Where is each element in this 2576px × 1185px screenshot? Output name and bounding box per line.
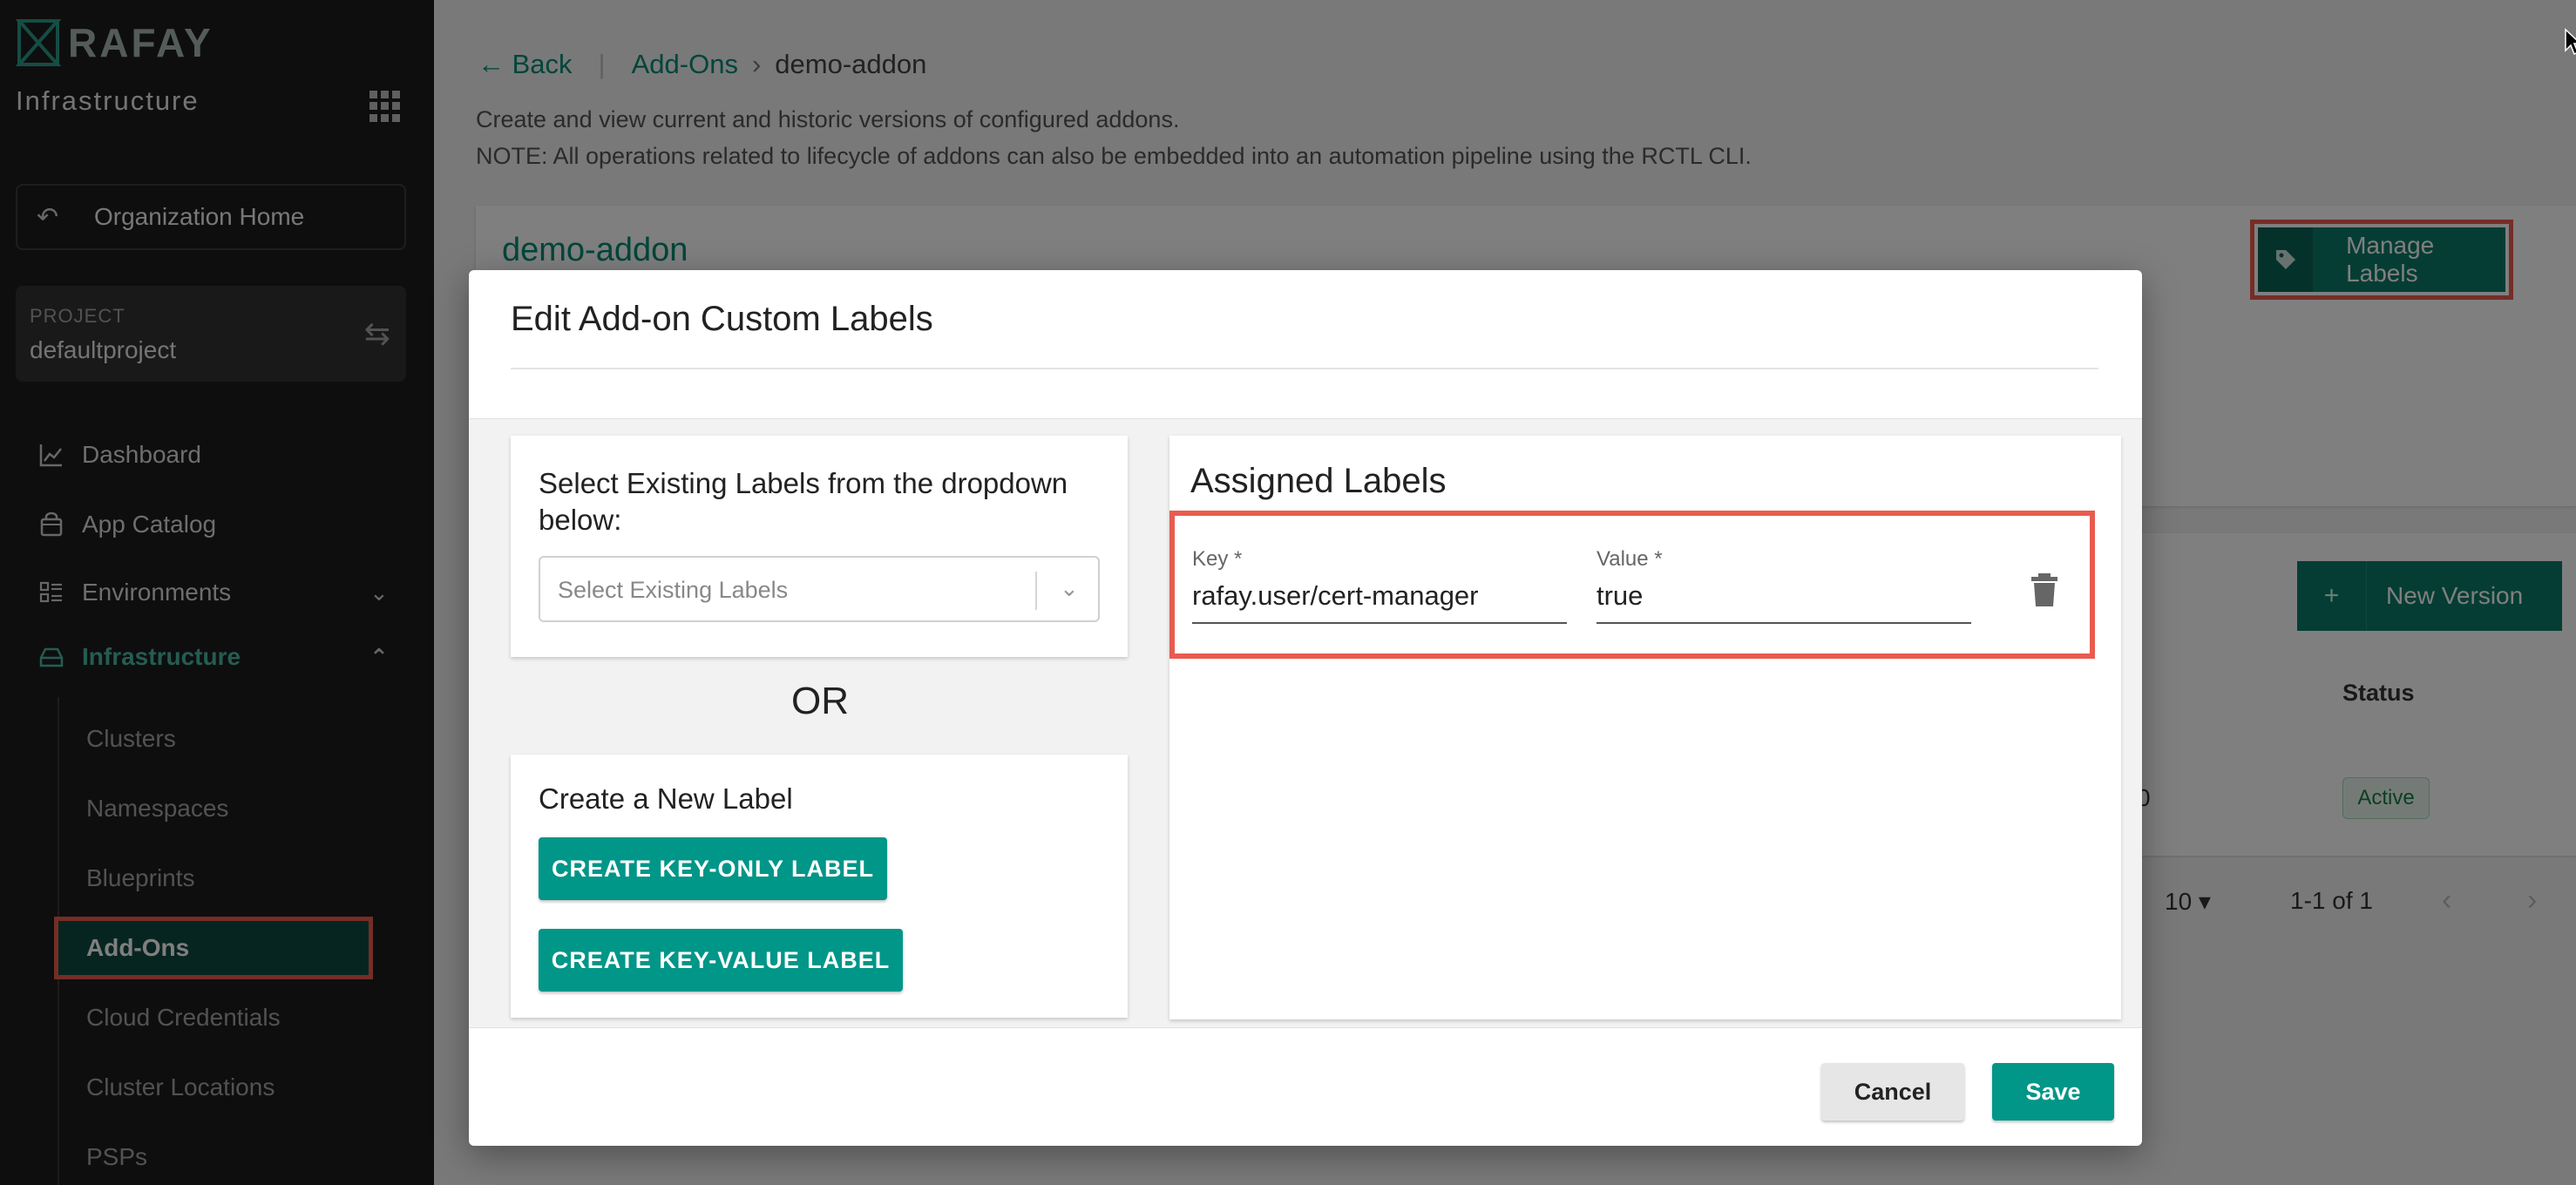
create-key-only-label-button[interactable]: CREATE KEY-ONLY LABEL [539, 837, 887, 900]
modal-title: Edit Add-on Custom Labels [511, 300, 933, 338]
select-existing-labels-dropdown[interactable]: Select Existing Labels ⌄ [539, 556, 1100, 622]
key-input-underline [1192, 622, 1567, 624]
create-label-title: Create a New Label [539, 782, 793, 815]
value-field-label: Value * [1596, 547, 1663, 571]
value-input-underline [1596, 622, 1971, 624]
assigned-labels-card: Assigned Labels Key * rafay.user/cert-ma… [1169, 436, 2121, 1019]
key-field-label: Key * [1192, 547, 1243, 571]
assigned-labels-title: Assigned Labels [1190, 462, 1447, 500]
save-button[interactable]: Save [1992, 1063, 2114, 1121]
modal-title-divider [511, 368, 2098, 369]
label-row: Key * rafay.user/cert-manager Value * tr… [1169, 511, 2095, 659]
cancel-button[interactable]: Cancel [1821, 1063, 1964, 1121]
or-divider-text: OR [791, 680, 849, 722]
select-existing-card: Select Existing Labels from the dropdown… [511, 436, 1128, 657]
chevron-down-icon: ⌄ [1060, 575, 1079, 601]
edit-labels-modal: Edit Add-on Custom Labels Select Existin… [469, 270, 2142, 1146]
mouse-cursor-icon [2565, 28, 2576, 56]
key-input[interactable]: rafay.user/cert-manager [1192, 580, 1567, 612]
trash-icon[interactable] [2029, 572, 2060, 608]
value-input[interactable]: true [1596, 580, 1971, 612]
select-separator [1035, 572, 1037, 610]
create-key-value-label-button[interactable]: CREATE KEY-VALUE LABEL [539, 929, 903, 992]
select-existing-title: Select Existing Labels from the dropdown… [539, 467, 1068, 536]
select-placeholder: Select Existing Labels [558, 577, 789, 603]
create-label-card: Create a New Label CREATE KEY-ONLY LABEL… [511, 755, 1128, 1018]
